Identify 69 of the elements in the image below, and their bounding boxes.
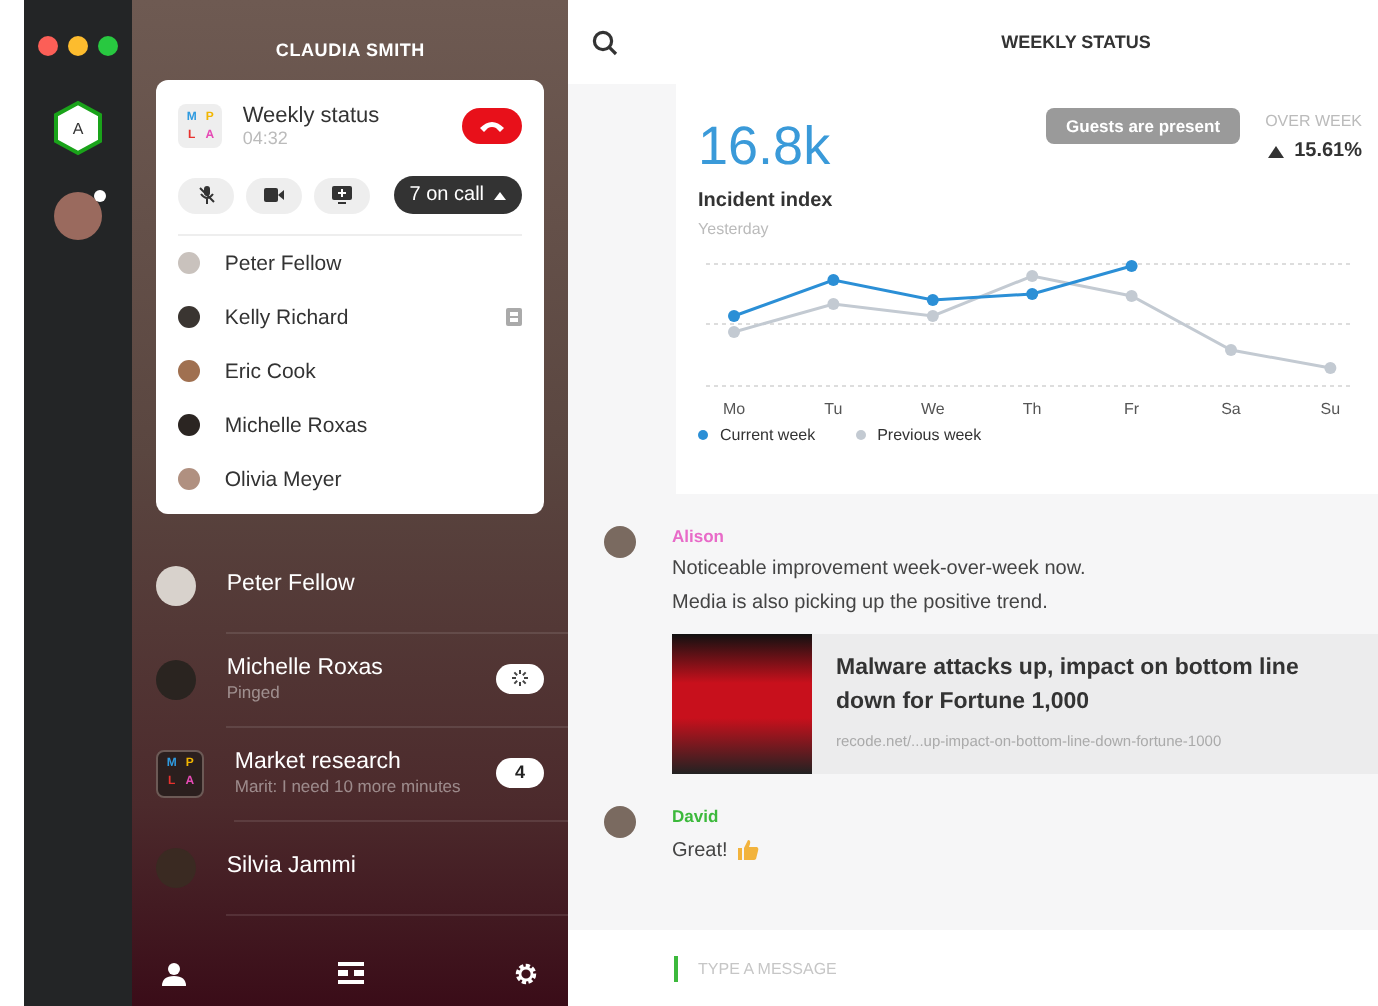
legend-label: Previous week: [877, 426, 982, 444]
participant-avatar: [178, 468, 201, 490]
minimize-button[interactable]: [68, 36, 89, 56]
list-icon[interactable]: [337, 962, 364, 984]
phone-icon: [478, 118, 507, 134]
day-label: Fr: [1124, 400, 1140, 418]
microphone-off-icon: [197, 186, 216, 204]
link-title: Malware attacks up, impact on bottom line down for Fortune 1,000: [836, 654, 1301, 719]
unread-count: 4: [496, 757, 545, 787]
screen-share-button[interactable]: [314, 177, 371, 213]
settings-icon[interactable]: [514, 962, 538, 986]
zoom-button[interactable]: [98, 36, 119, 56]
chat-name[interactable]: Peter Fellow: [226, 572, 545, 596]
screen-share-icon: [332, 186, 353, 204]
day-label: Sa: [1221, 400, 1241, 418]
day-label: Tu: [824, 400, 843, 418]
message-text: Media is also picking up the positive trend.: [672, 592, 1050, 614]
close-button[interactable]: [38, 36, 59, 56]
chat-preview: Marit: I need 10 more minutes: [234, 775, 463, 795]
day-label: Su: [1320, 400, 1341, 418]
participant-name[interactable]: Peter Fellow: [224, 251, 523, 275]
chat-name[interactable]: Silvia Jammi: [226, 854, 545, 878]
conversation-title: WEEKLY STATUS: [999, 32, 1153, 52]
change-percent: 15.61%: [1294, 140, 1363, 162]
tooltip: Guests are present: [1046, 108, 1241, 144]
search-icon[interactable]: [592, 29, 619, 55]
stat-label: Incident index: [698, 190, 835, 212]
participant-avatar: [178, 360, 201, 382]
mute-button[interactable]: [178, 177, 235, 213]
day-label: Th: [1022, 400, 1042, 418]
contact-avatar: [156, 565, 197, 605]
author-avatar: [604, 806, 637, 838]
user-name: CLAUDIA SMITH: [273, 38, 427, 64]
participant-name[interactable]: Olivia Meyer: [224, 467, 523, 491]
video-button[interactable]: [246, 177, 303, 213]
author-name: Alison: [672, 526, 726, 546]
participant-name[interactable]: Kelly Richard: [224, 305, 483, 329]
chat-name[interactable]: Michelle Roxas: [226, 655, 497, 679]
camera-icon: [264, 188, 285, 202]
author-name: David: [672, 806, 721, 826]
participant-avatar: [178, 306, 201, 328]
person-icon[interactable]: [162, 962, 187, 986]
legend-label: Current week: [720, 426, 816, 444]
caret-icon: [494, 191, 507, 199]
day-label: Mo: [722, 400, 746, 418]
stat-period: Yesterday: [698, 220, 771, 238]
chat-preview: Pinged: [226, 681, 282, 701]
participant-name[interactable]: Eric Cook: [224, 359, 523, 383]
hang-up-button[interactable]: [462, 108, 523, 144]
call-title: Weekly status: [242, 104, 382, 128]
chat-name[interactable]: Market research: [234, 749, 497, 773]
participants-dropdown[interactable]: 7 on call: [393, 176, 523, 214]
workspace-button[interactable]: A: [52, 100, 105, 156]
spinner-icon: [510, 668, 531, 688]
participant-avatar: [178, 414, 201, 436]
day-label: We: [920, 400, 945, 418]
triangle-up-icon: [1268, 145, 1285, 157]
thumbs-up-icon: [735, 838, 760, 862]
photo-placeholder: [672, 634, 813, 774]
call-duration: 04:32: [242, 128, 290, 148]
participant-name[interactable]: Michelle Roxas: [224, 413, 523, 437]
message-text: Noticeable improvement week-over-week now.: [672, 558, 1088, 580]
comparison-label: OVER WEEK: [1265, 112, 1363, 130]
contact-avatar: [156, 659, 197, 699]
message-text: Great!: [672, 839, 728, 861]
author-avatar: [604, 526, 637, 558]
stat-value: 16.8k: [698, 116, 831, 178]
user-avatar[interactable]: [54, 192, 103, 240]
participant-avatar: [178, 252, 201, 274]
